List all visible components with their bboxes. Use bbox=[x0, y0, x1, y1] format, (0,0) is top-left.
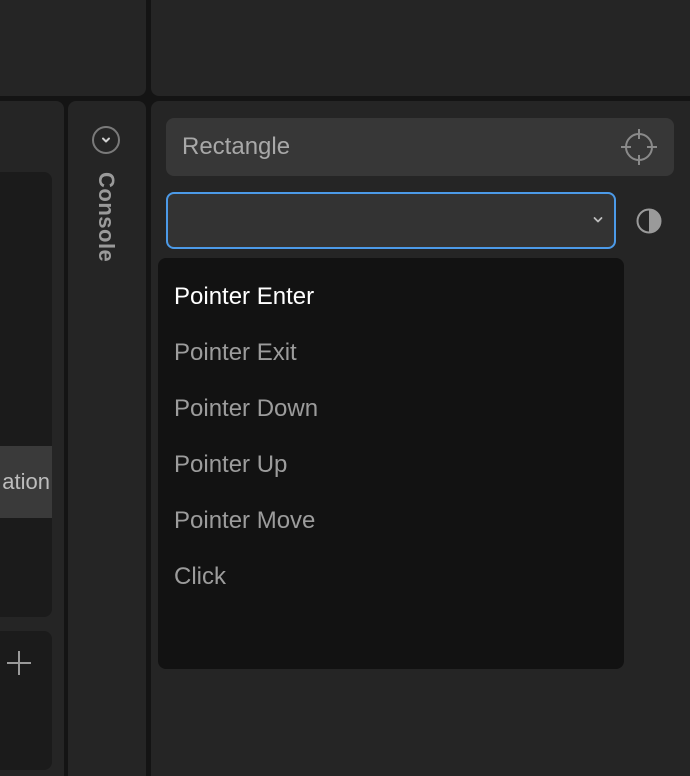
console-label[interactable]: Console bbox=[93, 172, 119, 262]
top-left-panel bbox=[0, 0, 146, 96]
chevron-down-icon bbox=[102, 137, 110, 143]
console-collapse-toggle[interactable] bbox=[92, 126, 120, 154]
event-dropdown-menu: Pointer Enter Pointer Exit Pointer Down … bbox=[158, 258, 624, 669]
dropdown-option-pointer-up[interactable]: Pointer Up bbox=[174, 451, 287, 479]
object-name-field[interactable]: Rectangle bbox=[166, 118, 674, 176]
left-list-selected-item-label: ation bbox=[2, 469, 50, 494]
left-list-selected-item[interactable]: ation bbox=[0, 446, 52, 518]
contrast-icon[interactable] bbox=[635, 207, 663, 235]
dropdown-option-pointer-down[interactable]: Pointer Down bbox=[174, 395, 318, 423]
dropdown-option-click[interactable]: Click bbox=[174, 563, 226, 591]
plus-icon[interactable] bbox=[6, 650, 32, 676]
top-right-panel bbox=[151, 0, 690, 96]
app-root: ation Console Rectangle Pointer Enter Po… bbox=[0, 0, 690, 776]
event-type-select[interactable] bbox=[166, 192, 616, 249]
object-name-value: Rectangle bbox=[182, 133, 291, 160]
left-list bbox=[0, 172, 52, 617]
crosshair-target-icon[interactable] bbox=[619, 127, 659, 167]
dropdown-option-pointer-exit[interactable]: Pointer Exit bbox=[174, 339, 297, 367]
dropdown-option-pointer-move[interactable]: Pointer Move bbox=[174, 507, 315, 535]
chevron-down-icon[interactable] bbox=[591, 213, 605, 227]
dropdown-option-pointer-enter[interactable]: Pointer Enter bbox=[174, 283, 314, 311]
